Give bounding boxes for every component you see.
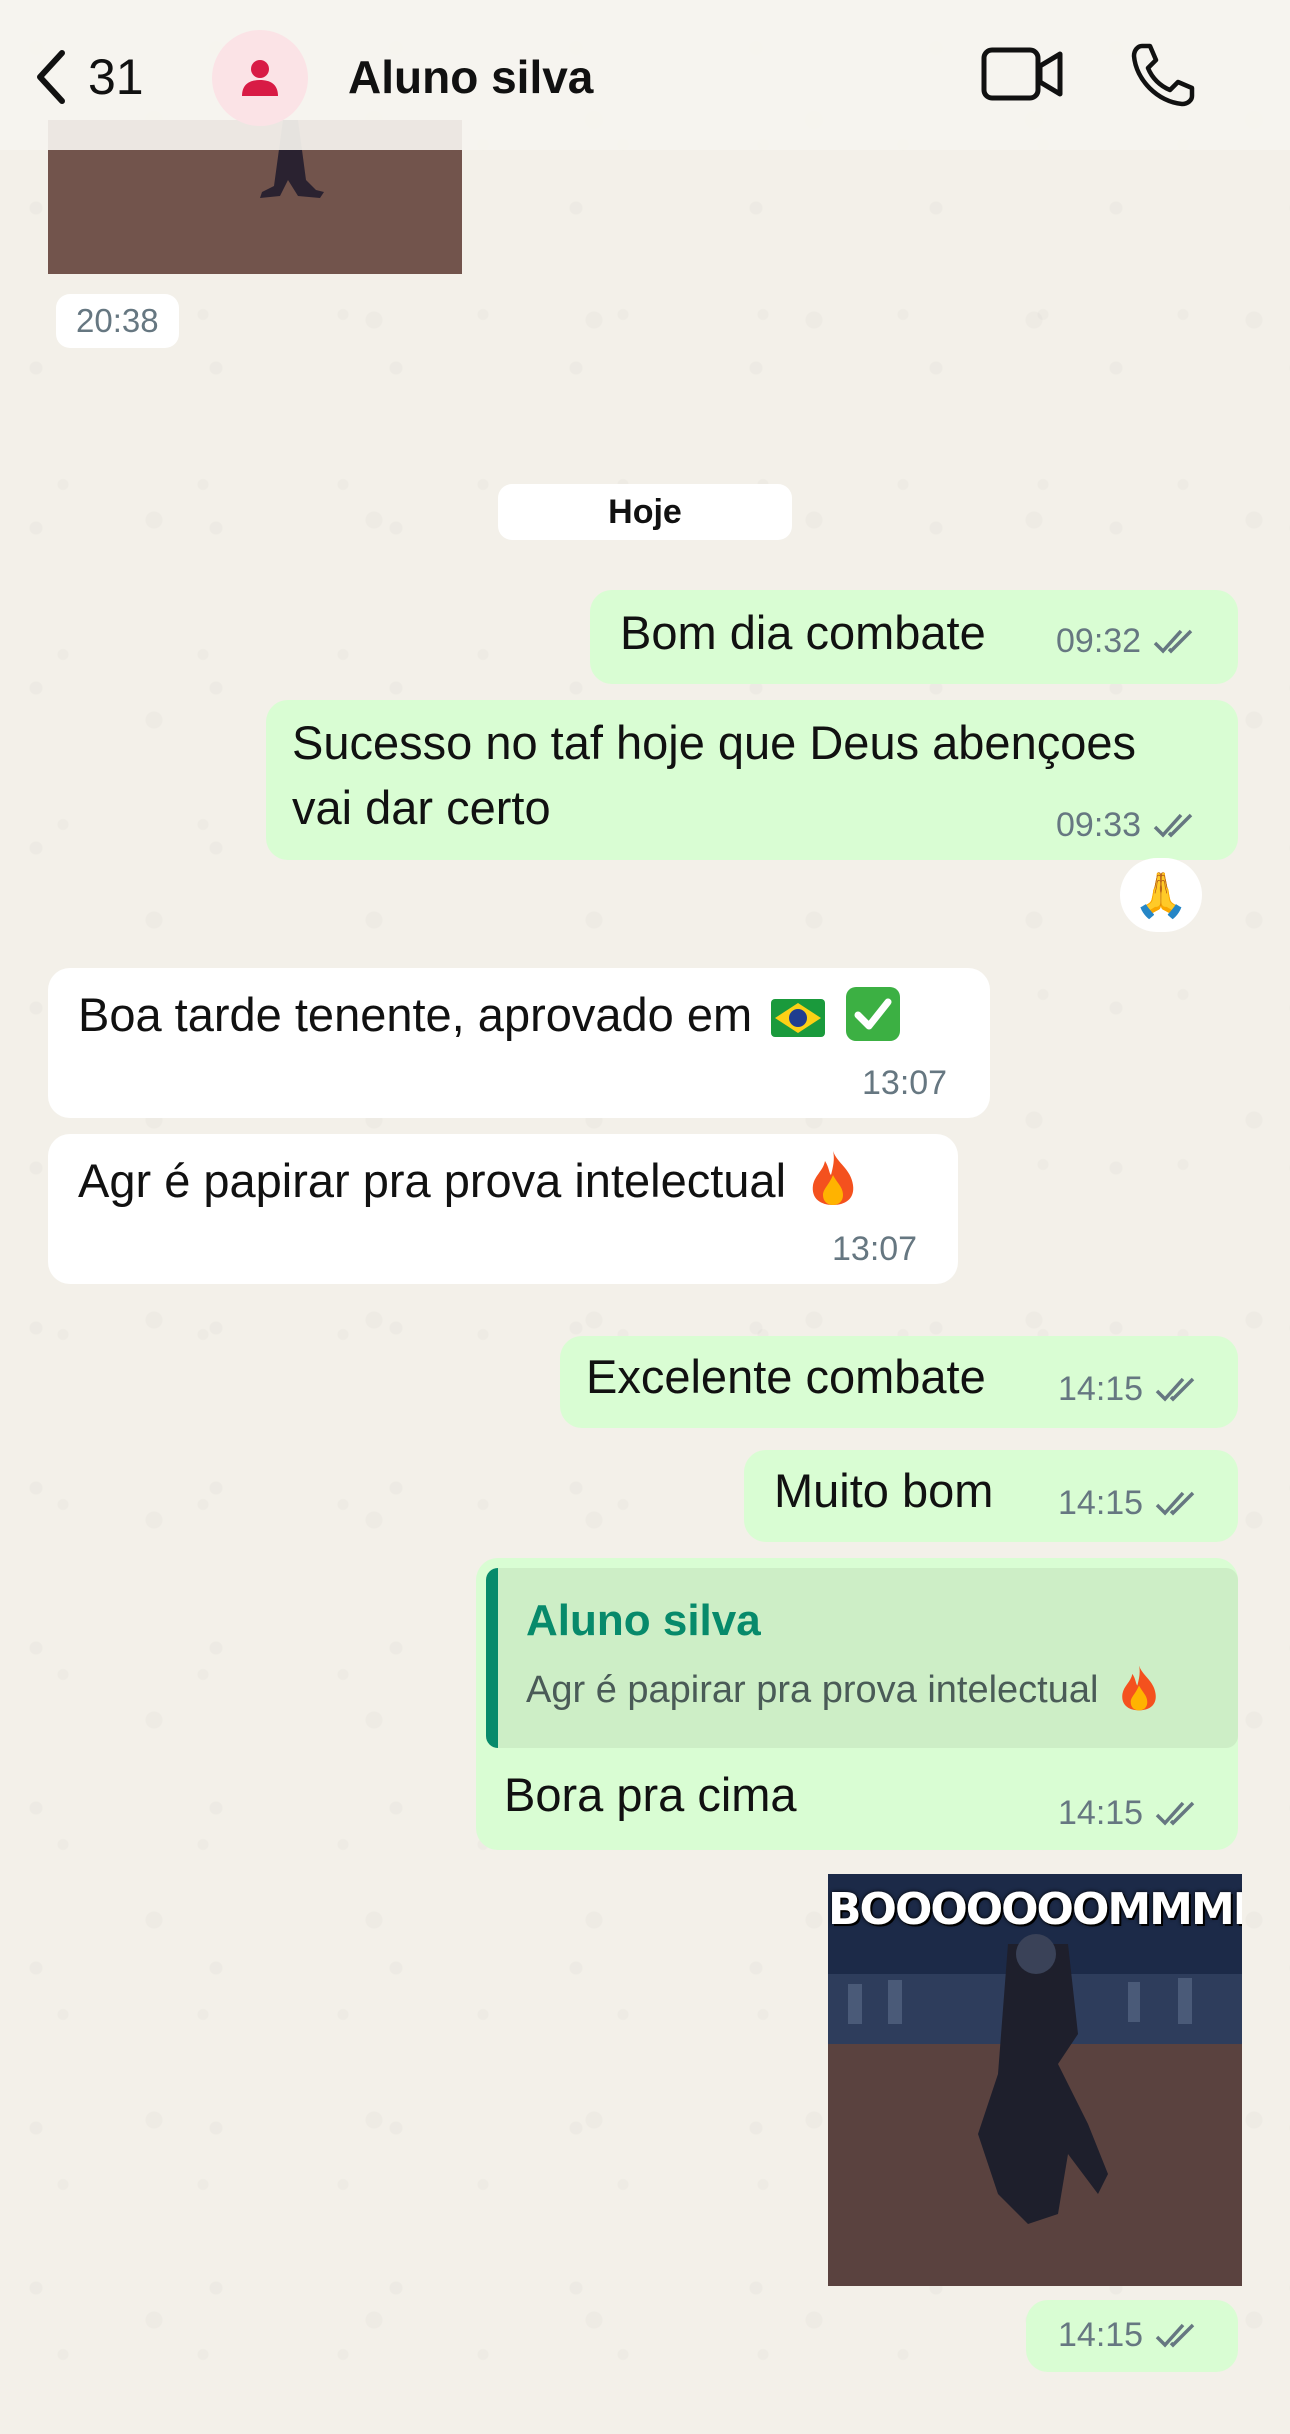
- date-separator: Hoje: [498, 484, 792, 540]
- message-bubble-outgoing[interactable]: Excelente combate 14:15: [560, 1336, 1238, 1428]
- check-mark-icon: [846, 987, 901, 1041]
- avatar[interactable]: [212, 30, 308, 126]
- quote-author: Aluno silva: [526, 1596, 761, 1645]
- message-time: 14:15: [1058, 2316, 1144, 2354]
- fire-icon: [1122, 1665, 1156, 1711]
- phone-icon[interactable]: [1128, 40, 1198, 110]
- message-text-row: Boa tarde tenente, aprovado em: [78, 982, 902, 1047]
- message-time: 14:15: [1058, 1484, 1144, 1522]
- message-meta: 13:07: [862, 1064, 947, 1103]
- message-time: 13:07: [832, 1230, 918, 1268]
- message-meta: 14:15: [1058, 2316, 1201, 2355]
- gif-media[interactable]: BOOOOOOOMMMM: [828, 1874, 1242, 2286]
- message-meta: 09:33: [1056, 806, 1199, 845]
- double-check-icon: [1153, 813, 1193, 838]
- message-text-line-2: vai dar certo: [292, 781, 551, 834]
- quoted-message[interactable]: Aluno silva Agr é papirar pra prova inte…: [486, 1568, 1238, 1748]
- message-text: Muito bom: [774, 1464, 994, 1517]
- double-check-icon: [1155, 1801, 1195, 1826]
- message-bubble-outgoing[interactable]: Bom dia combate 09:32: [590, 590, 1238, 684]
- message-bubble-incoming[interactable]: Agr é papirar pra prova intelectual 13:0…: [48, 1134, 958, 1284]
- quote-accent-bar: [486, 1568, 498, 1748]
- media-timestamp: 20:38: [56, 294, 179, 348]
- reaction-badge[interactable]: 🙏: [1120, 858, 1202, 932]
- brazil-flag-icon: [771, 999, 826, 1037]
- contact-name[interactable]: Aluno silva: [348, 50, 593, 104]
- message-meta: 09:32: [1056, 622, 1199, 661]
- message-text: Excelente combate: [586, 1350, 986, 1403]
- message-meta: 14:15: [1058, 1370, 1201, 1409]
- message-time: 09:33: [1056, 806, 1142, 844]
- message-meta: 13:07: [832, 1230, 917, 1269]
- quote-text-row: Agr é papirar pra prova intelectual: [526, 1664, 1161, 1712]
- message-time: 14:15: [1058, 1370, 1144, 1408]
- gif-caption: BOOOOOOOMMMM: [828, 1884, 1242, 1935]
- message-time: 14:15: [1058, 1794, 1144, 1832]
- double-check-icon: [1155, 2323, 1195, 2348]
- unread-count: 31: [88, 49, 144, 105]
- message-text-line-1: Sucesso no taf hoje que Deus abençoes: [292, 716, 1136, 769]
- message-text: Agr é papirar pra prova intelectual: [78, 1154, 787, 1207]
- double-check-icon: [1153, 629, 1193, 654]
- double-check-icon: [1155, 1491, 1195, 1516]
- video-call-icon[interactable]: [980, 44, 1064, 104]
- message-time: 09:32: [1056, 622, 1142, 660]
- message-bubble-outgoing[interactable]: Sucesso no taf hoje que Deus abençoes va…: [266, 700, 1238, 860]
- quote-text: Agr é papirar pra prova intelectual: [526, 1669, 1099, 1711]
- back-button[interactable]: 31: [30, 42, 170, 112]
- chevron-left-icon: [37, 50, 65, 104]
- message-text: Bom dia combate: [620, 606, 986, 659]
- praying-hands-icon: 🙏: [1133, 871, 1189, 920]
- message-text: Boa tarde tenente, aprovado em: [78, 988, 753, 1041]
- double-check-icon: [1155, 1377, 1195, 1402]
- chat-header: 31 Aluno silva: [0, 0, 1290, 150]
- message-meta: 14:15: [1058, 1794, 1201, 1833]
- message-text: Bora pra cima: [504, 1768, 797, 1821]
- person-icon: [242, 60, 278, 96]
- message-text-row: Agr é papirar pra prova intelectual: [78, 1148, 859, 1213]
- message-bubble-outgoing[interactable]: Muito bom 14:15: [744, 1450, 1238, 1542]
- message-bubble-incoming[interactable]: Boa tarde tenente, aprovado em 13:07: [48, 968, 990, 1118]
- fire-icon: [812, 1151, 854, 1205]
- message-meta: 14:15: [1058, 1484, 1201, 1523]
- message-time: 13:07: [862, 1064, 948, 1102]
